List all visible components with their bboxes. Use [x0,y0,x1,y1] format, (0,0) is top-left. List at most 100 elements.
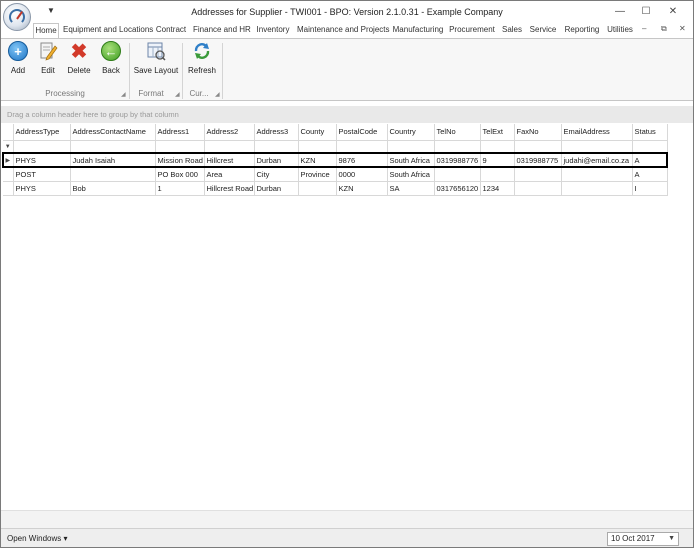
column-header-country[interactable]: Country [387,124,435,141]
date-field[interactable]: 10 Oct 2017 ▼ [607,532,679,546]
filter-cell[interactable] [561,140,633,154]
open-windows-button[interactable]: Open Windows ▾ [7,534,68,543]
table-cell[interactable] [480,167,515,182]
filter-cell[interactable] [434,140,481,154]
filter-cell[interactable] [514,140,562,154]
minimize-button[interactable]: — [609,4,631,20]
table-cell[interactable]: KZN [336,181,388,196]
column-header-address1[interactable]: Address1 [155,124,205,141]
tab-manufacturing[interactable]: Manufacturing [391,23,445,38]
column-header-telext[interactable]: TelExt [480,124,515,141]
filter-cell[interactable] [632,140,668,154]
tab-equipment-and-locations[interactable]: Equipment and Locations [63,23,153,38]
date-dropdown-icon[interactable]: ▼ [668,533,675,545]
delete-button[interactable]: ✖ Delete [64,41,94,83]
table-cell[interactable]: Hillcrest [204,153,255,168]
table-cell[interactable]: Area [204,167,255,182]
table-cell[interactable] [298,181,337,196]
table-cell[interactable]: 9876 [336,153,388,168]
tab-reporting[interactable]: Reporting [562,23,602,38]
table-row[interactable]: PHYS Bob 1 Hillcrest Road Durban KZN SA … [3,181,668,196]
table-cell[interactable] [514,167,562,182]
table-cell[interactable]: 0000 [336,167,388,182]
table-cell[interactable]: Province [298,167,337,182]
table-cell[interactable]: 0319988776 [434,153,481,168]
table-cell[interactable]: 1 [155,181,205,196]
filter-cell[interactable] [336,140,388,154]
tab-inventory[interactable]: Inventory [254,23,292,38]
column-header-addresscontactname[interactable]: AddressContactName [70,124,156,141]
table-cell[interactable]: A [632,167,668,182]
refresh-button[interactable]: Refresh [186,41,218,83]
filter-cell[interactable] [298,140,337,154]
table-cell[interactable] [70,167,156,182]
table-cell[interactable]: Hillcrest Road [204,181,255,196]
table-row[interactable]: POST PO Box 000 Area City Province 0000 … [3,167,668,182]
table-cell[interactable]: Bob [70,181,156,196]
table-cell[interactable] [434,167,481,182]
add-button[interactable]: + Add [5,41,31,83]
table-cell[interactable]: judahi@email.co.za [561,153,633,168]
filter-cell[interactable] [13,140,71,154]
app-logo-icon[interactable] [3,3,31,31]
table-cell[interactable]: South Africa [387,167,435,182]
table-cell[interactable]: PHYS [13,181,71,196]
tab-finance-and-hr[interactable]: Finance and HR [193,23,251,38]
table-cell[interactable]: Durban [254,153,299,168]
group-by-panel[interactable]: Drag a column header here to group by th… [1,106,693,123]
column-header-emailaddress[interactable]: EmailAddress [561,124,633,141]
filter-cell[interactable] [155,140,205,154]
filter-cell[interactable] [204,140,255,154]
table-cell[interactable]: 1234 [480,181,515,196]
save-layout-button[interactable]: Save Layout [132,41,180,83]
table-row[interactable]: ▶ PHYS Judah Isaiah Mission Road Hillcre… [2,152,668,168]
table-cell[interactable]: PO Box 000 [155,167,205,182]
table-cell[interactable]: Mission Road [155,153,205,168]
table-cell[interactable]: A [632,153,668,168]
table-cell[interactable]: POST [13,167,71,182]
column-header-county[interactable]: County [298,124,337,141]
ribbon-minimize-icon[interactable]: – [642,24,646,33]
table-cell[interactable]: PHYS [13,153,71,168]
filter-cell[interactable] [70,140,156,154]
table-cell[interactable]: City [254,167,299,182]
close-child-icon[interactable]: ✕ [679,24,686,33]
table-cell[interactable]: South Africa [387,153,435,168]
tab-utilities[interactable]: Utilities [605,23,635,38]
table-cell[interactable]: SA [387,181,435,196]
current-launcher-icon[interactable]: ◢ [215,91,220,98]
filter-cell[interactable] [480,140,515,154]
column-header-postalcode[interactable]: PostalCode [336,124,388,141]
back-button[interactable]: ← Back [98,41,124,83]
tab-service[interactable]: Service [528,23,558,38]
table-cell[interactable]: KZN [298,153,337,168]
table-cell[interactable]: 9 [480,153,515,168]
table-cell[interactable]: 0317656120 [434,181,481,196]
table-cell[interactable] [561,181,633,196]
tab-maintenance-and-projects[interactable]: Maintenance and Projects [297,23,390,38]
format-launcher-icon[interactable]: ◢ [175,91,180,98]
filter-icon[interactable]: ▼ [3,140,14,154]
maximize-button[interactable]: ☐ [635,4,657,20]
column-header-address3[interactable]: Address3 [254,124,299,141]
table-cell[interactable] [514,181,562,196]
column-header-status[interactable]: Status [632,124,668,141]
table-cell[interactable]: 0319988775 [514,153,562,168]
restore-child-icon[interactable]: ⧉ [661,24,667,34]
column-header-address2[interactable]: Address2 [204,124,255,141]
table-cell[interactable]: Judah Isaiah [70,153,156,168]
column-header-addresstype[interactable]: AddressType [13,124,71,141]
tab-contract[interactable]: Contract [154,23,188,38]
filter-cell[interactable] [387,140,435,154]
filter-row[interactable]: ▼ [3,140,668,154]
processing-launcher-icon[interactable]: ◢ [121,91,126,98]
tab-home[interactable]: Home [33,23,59,39]
table-cell[interactable] [561,167,633,182]
edit-button[interactable]: Edit [35,41,61,83]
column-header-telno[interactable]: TelNo [434,124,481,141]
close-button[interactable]: ✕ [662,4,684,20]
filter-cell[interactable] [254,140,299,154]
table-cell[interactable]: I [632,181,668,196]
column-header-faxno[interactable]: FaxNo [514,124,562,141]
tab-sales[interactable]: Sales [500,23,524,38]
